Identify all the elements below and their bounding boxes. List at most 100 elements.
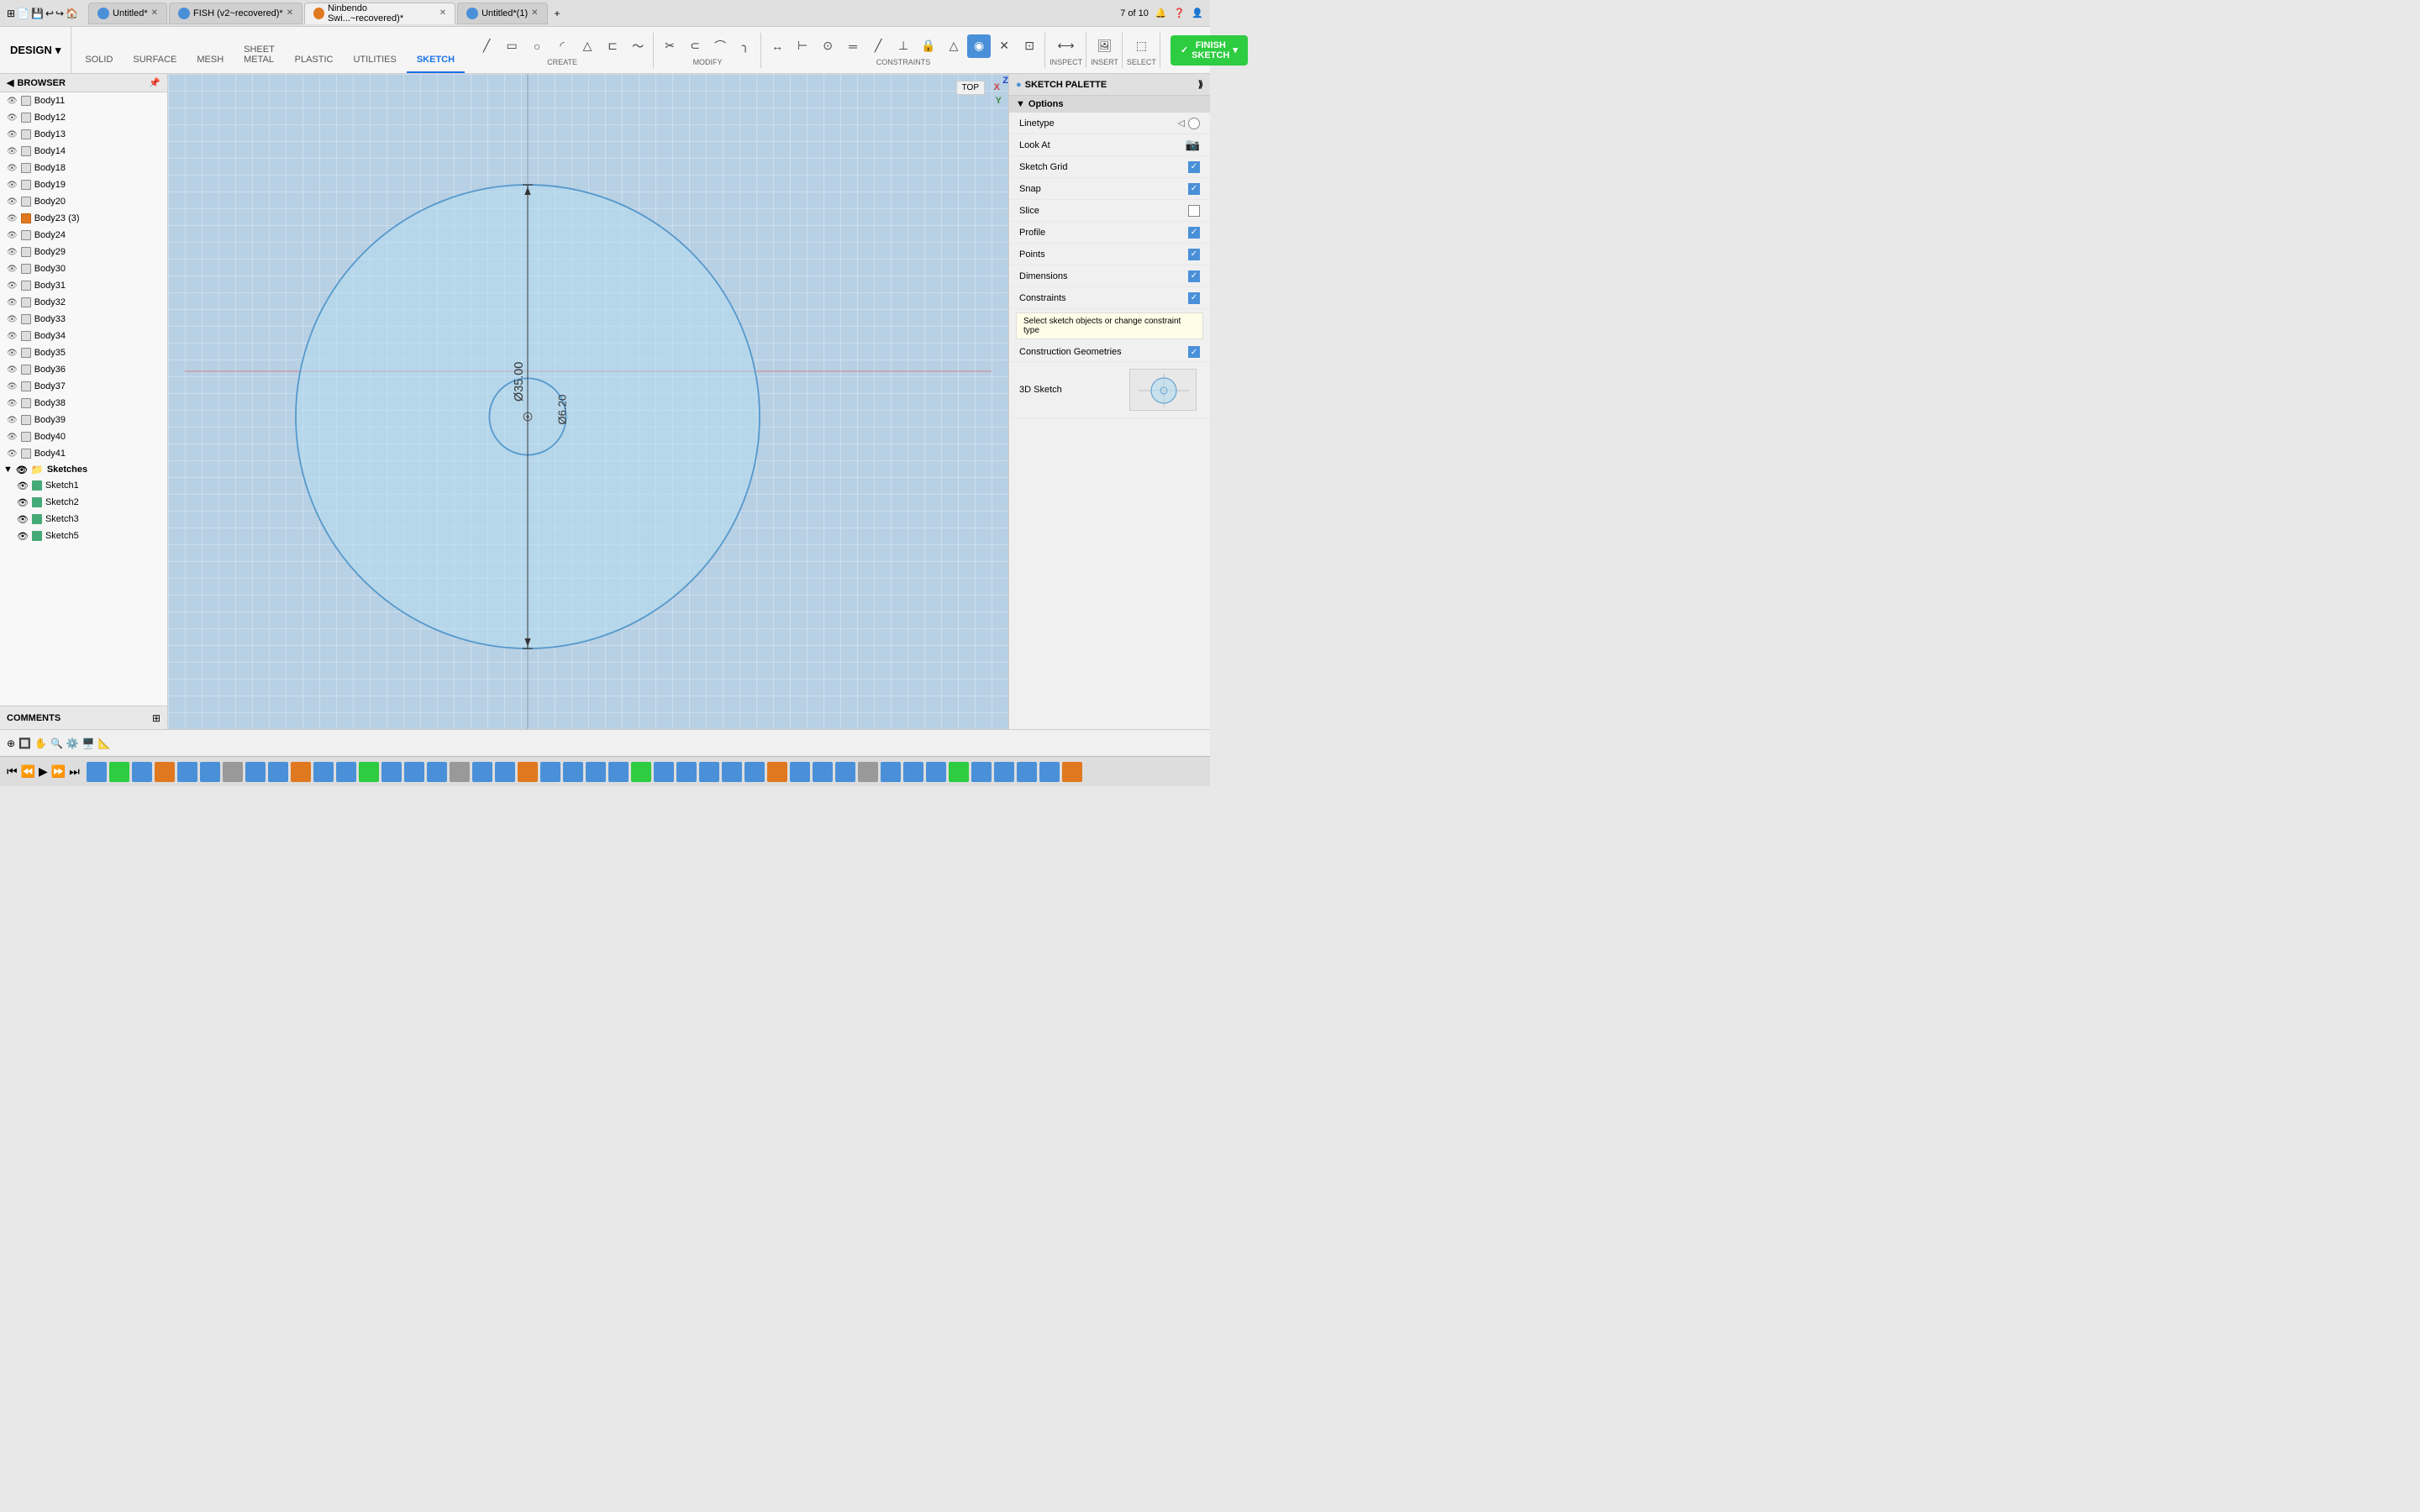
browser-item-body33[interactable]: 👁 Body33 [0,311,167,328]
constrain5[interactable]: ⊥ [892,34,915,58]
timeline-item-18[interactable] [472,762,492,782]
browser-item-body41[interactable]: 👁 Body41 [0,445,167,462]
browser-collapse-icon[interactable]: ◀ [7,77,13,88]
step-back-button[interactable]: ⏮ [7,764,18,779]
timeline-item-39[interactable] [949,762,969,782]
view-options-icon[interactable]: ⚙️ [66,738,79,749]
folder-collapse-icon[interactable]: ▼ [3,465,13,475]
timeline-item-21[interactable] [540,762,560,782]
eye-icon-body36[interactable]: 👁 [7,365,18,375]
grid-icon[interactable]: ⊞ [7,8,15,19]
eye-icon-body12[interactable]: 👁 [7,113,18,123]
browser-pin-icon[interactable]: 📌 [149,77,160,88]
sketches-folder[interactable]: ▼ 👁 📁 Sketches [0,462,167,477]
timeline-item-7[interactable] [223,762,243,782]
tab-ninbendo[interactable]: Ninbendo Swi...~recovered)* ✕ [304,3,455,24]
timeline-item-43[interactable] [1039,762,1060,782]
browser-item-body11[interactable]: 👁 Body11 [0,92,167,109]
sketch-item-1[interactable]: 👁 Sketch1 [0,477,167,494]
constraints-checkbox[interactable]: ✓ [1188,292,1200,304]
notifications-icon[interactable]: 🔔 [1155,8,1167,18]
comments-expand-icon[interactable]: ⊞ [152,712,160,724]
grid-display-icon[interactable]: 📐 [98,738,111,749]
timeline-item-41[interactable] [994,762,1014,782]
eye-icon-body24[interactable]: 👁 [7,231,18,240]
points-checkbox[interactable]: ✓ [1188,249,1200,260]
timeline-item-14[interactable] [381,762,402,782]
tab-close-untitled2[interactable]: ✕ [531,8,538,18]
timeline-item-17[interactable] [450,762,470,782]
timeline-item-1[interactable] [87,762,107,782]
eye-icon-body20[interactable]: 👁 [7,197,18,207]
eye-icon-body32[interactable]: 👁 [7,298,18,307]
eye-icon-body18[interactable]: 👁 [7,164,18,173]
timeline-item-30[interactable] [744,762,765,782]
browser-item-body13[interactable]: 👁 Body13 [0,126,167,143]
eye-icon-body31[interactable]: 👁 [7,281,18,291]
eye-icon-body29[interactable]: 👁 [7,248,18,257]
constrain3[interactable]: ═ [841,34,865,58]
browser-item-body14[interactable]: 👁 Body14 [0,143,167,160]
design-dropdown[interactable]: DESIGN ▾ [0,27,71,73]
timeline-item-36[interactable] [881,762,901,782]
timeline-item-38[interactable] [926,762,946,782]
browser-item-body12[interactable]: 👁 Body12 [0,109,167,126]
prev-button[interactable]: ⏪ [21,764,35,779]
display-settings-icon[interactable]: 🔲 [18,738,31,749]
timeline-item-8[interactable] [245,762,266,782]
eye-icon-body38[interactable]: 👁 [7,399,18,408]
redo-icon[interactable]: ↪ [55,8,64,19]
eye-icon-body23[interactable]: 👁 [7,214,18,223]
timeline-item-42[interactable] [1017,762,1037,782]
arc-tool[interactable]: ◜ [550,34,574,58]
browser-item-body31[interactable]: 👁 Body31 [0,277,167,294]
timeline-item-33[interactable] [813,762,833,782]
timeline-item-23[interactable] [586,762,606,782]
timeline-item-5[interactable] [177,762,197,782]
eye-icon-body39[interactable]: 👁 [7,416,18,425]
browser-item-body19[interactable]: 👁 Body19 [0,176,167,193]
timeline-item-4[interactable] [155,762,175,782]
browser-item-body40[interactable]: 👁 Body40 [0,428,167,445]
trim-tool[interactable]: ✂ [658,34,681,58]
pan-icon[interactable]: ✋ [34,738,47,749]
constrain1[interactable]: ⊢ [791,34,814,58]
timeline-item-34[interactable] [835,762,855,782]
browser-item-body37[interactable]: 👁 Body37 [0,378,167,395]
browser-item-body23[interactable]: 👁 Body23 (3) [0,210,167,227]
eye-icon-body34[interactable]: 👁 [7,332,18,341]
eye-icon-body33[interactable]: 👁 [7,315,18,324]
timeline-item-19[interactable] [495,762,515,782]
timeline-item-40[interactable] [971,762,992,782]
dimensions-checkbox[interactable]: ✓ [1188,270,1200,282]
rect-tool[interactable]: ▭ [500,34,523,58]
browser-item-body24[interactable]: 👁 Body24 [0,227,167,244]
user-avatar[interactable]: 👤 [1192,8,1203,18]
browser-item-body20[interactable]: 👁 Body20 [0,193,167,210]
tab-close-untitled[interactable]: ✕ [151,8,158,18]
tab-plastic[interactable]: PLASTIC [285,51,344,73]
save-icon[interactable]: 💾 [31,8,44,19]
folder-eye-icon[interactable]: 👁 [16,465,28,475]
tab-mesh[interactable]: MESH [187,51,234,73]
browser-item-body18[interactable]: 👁 Body18 [0,160,167,176]
timeline-item-6[interactable] [200,762,220,782]
eye-icon-body41[interactable]: 👁 [7,449,18,459]
new-tab-button[interactable]: + [550,8,566,19]
eye-icon-sketch3[interactable]: 👁 [17,514,29,525]
browser-item-body29[interactable]: 👁 Body29 [0,244,167,260]
eye-icon-body37[interactable]: 👁 [7,382,18,391]
browser-item-body38[interactable]: 👁 Body38 [0,395,167,412]
finish-sketch-button[interactable]: ✓ FINISH SKETCH ▾ [1171,35,1248,66]
eye-icon-sketch1[interactable]: 👁 [17,480,29,491]
timeline-item-25[interactable] [631,762,651,782]
browser-item-body36[interactable]: 👁 Body36 [0,361,167,378]
sketch-item-3[interactable]: 👁 Sketch3 [0,511,167,528]
undo-icon[interactable]: ↩ [45,8,54,19]
measure-tool[interactable]: ⟷ [1055,34,1078,58]
sketch-item-5[interactable]: 👁 Sketch5 [0,528,167,544]
timeline-item-29[interactable] [722,762,742,782]
constrain6[interactable]: △ [942,34,965,58]
snap-checkbox[interactable]: ✓ [1188,183,1200,195]
eye-icon-body19[interactable]: 👁 [7,181,18,190]
